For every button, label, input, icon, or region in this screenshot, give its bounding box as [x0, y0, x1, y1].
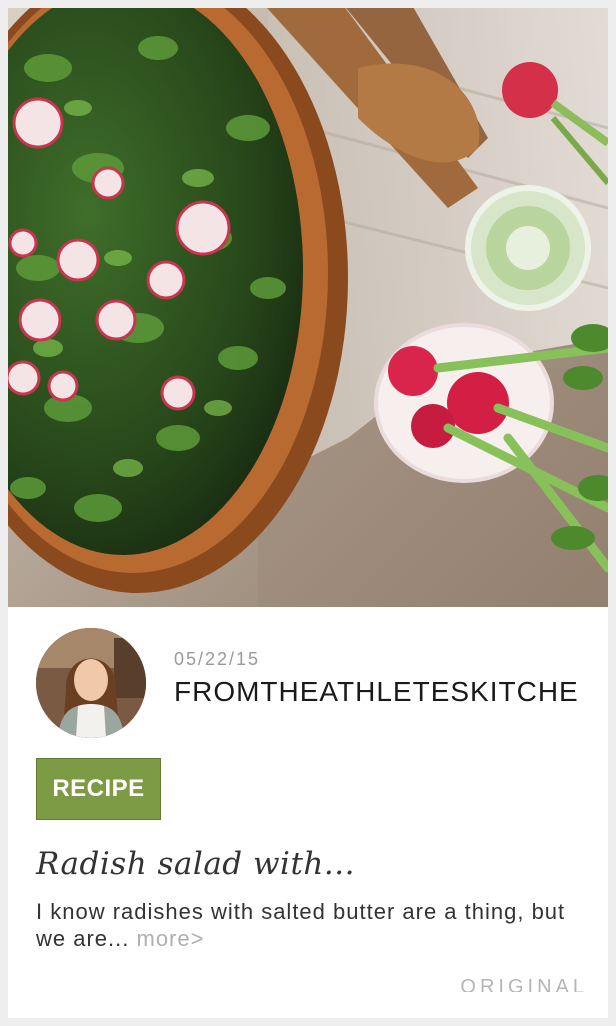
recipe-badge[interactable]: RECIPE	[36, 758, 161, 820]
author-avatar[interactable]	[36, 628, 146, 738]
post-card[interactable]: 05/22/15 FROMTHEATHLETESKITCHE RECIPE Ra…	[8, 8, 608, 1018]
author-portrait	[36, 628, 146, 738]
excerpt-text: I know radishes with salted butter are a…	[36, 899, 566, 951]
post-title[interactable]: Radish salad with...	[36, 846, 355, 882]
post-excerpt: I know radishes with salted butter are a…	[36, 898, 581, 952]
post-date: 05/22/15	[174, 649, 261, 669]
more-link[interactable]: more>	[137, 926, 205, 951]
post-image[interactable]	[8, 8, 608, 607]
source-name[interactable]: FROMTHEATHLETESKITCHE	[174, 676, 594, 708]
original-source-link[interactable]: ORIGINAL SOURCE	[348, 976, 588, 992]
radish-salad-photo	[8, 8, 608, 607]
